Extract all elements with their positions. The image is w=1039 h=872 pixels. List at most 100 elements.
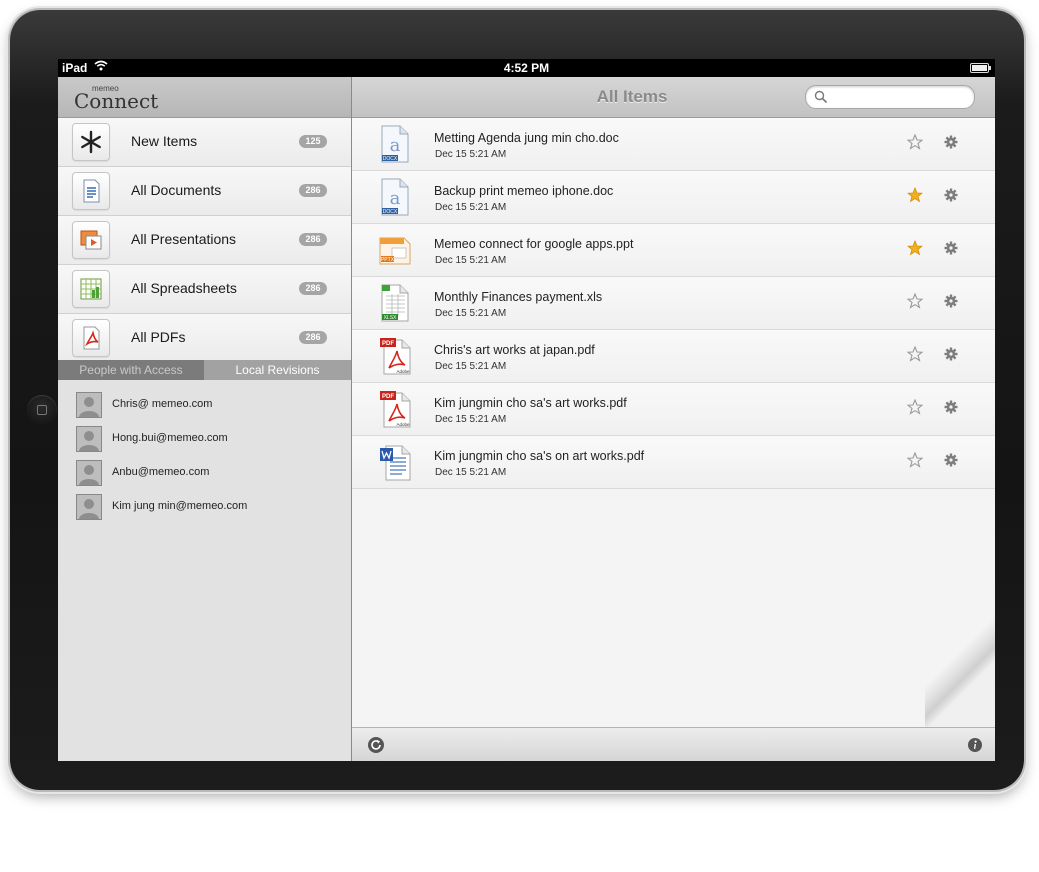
search-box[interactable] bbox=[805, 85, 975, 109]
table-row[interactable]: XLSX Monthly Finances payment.xls Dec 15… bbox=[352, 277, 995, 330]
file-name: Kim jungmin cho sa's art works.pdf bbox=[434, 396, 627, 410]
document-icon bbox=[72, 172, 110, 210]
file-type-tag: PDF bbox=[382, 341, 394, 347]
list-item[interactable]: Anbu@memeo.com bbox=[58, 455, 351, 489]
file-name: Memeo connect for google apps.ppt bbox=[434, 237, 634, 251]
info-icon[interactable] bbox=[967, 737, 983, 758]
gear-icon[interactable] bbox=[944, 400, 958, 419]
status-bar: iPad 4:52 PM bbox=[58, 59, 995, 77]
sidebar: memeo Connect New Items 125 All Document… bbox=[58, 77, 351, 761]
category-label: All Documents bbox=[131, 182, 222, 198]
gear-icon[interactable] bbox=[944, 135, 958, 154]
word-file-icon bbox=[378, 442, 412, 482]
main-panel: All Items a DOCX Metting Agenda jung min … bbox=[352, 77, 995, 761]
star-icon[interactable] bbox=[906, 186, 924, 208]
docx-file-icon: a DOCX bbox=[378, 124, 412, 164]
gear-icon[interactable] bbox=[944, 347, 958, 366]
sidebar-header: memeo Connect bbox=[58, 77, 351, 118]
table-row[interactable]: PDF Adobe Chris's art works at japan.pdf … bbox=[352, 330, 995, 383]
star-icon[interactable] bbox=[906, 345, 924, 367]
clock: 4:52 PM bbox=[503, 61, 550, 75]
battery-icon bbox=[970, 63, 991, 73]
file-name: Metting Agenda jung min cho.doc bbox=[434, 131, 619, 145]
app-logo: Connect bbox=[74, 89, 159, 113]
avatar bbox=[76, 460, 102, 486]
count-badge: 125 bbox=[299, 135, 327, 148]
file-date: Dec 15 5:21 AM bbox=[435, 255, 507, 266]
count-badge: 286 bbox=[299, 331, 327, 344]
list-item[interactable]: Chris@ memeo.com bbox=[58, 387, 351, 421]
pptx-file-icon: PPTX bbox=[378, 230, 412, 270]
refresh-icon[interactable] bbox=[367, 736, 385, 759]
file-name: Monthly Finances payment.xls bbox=[434, 290, 603, 304]
main-header: All Items bbox=[352, 77, 995, 118]
category-label: New Items bbox=[131, 133, 198, 149]
star-icon[interactable] bbox=[906, 239, 924, 261]
file-date: Dec 15 5:21 AM bbox=[435, 361, 507, 372]
pdf-file-icon: PDF Adobe bbox=[378, 336, 412, 376]
xlsx-file-icon: XLSX bbox=[378, 283, 412, 323]
table-row[interactable]: a DOCX Metting Agenda jung min cho.doc De… bbox=[352, 118, 995, 171]
file-type-tag: DOCX bbox=[383, 209, 398, 215]
category-all-documents[interactable]: All Documents 286 bbox=[58, 167, 351, 216]
tab-people-with-access[interactable]: People with Access bbox=[58, 360, 204, 380]
svg-text:a: a bbox=[390, 188, 401, 209]
avatar bbox=[76, 426, 102, 452]
category-new-items[interactable]: New Items 125 bbox=[58, 118, 351, 167]
svg-text:a: a bbox=[390, 135, 401, 156]
tab-local-revisions[interactable]: Local Revisions bbox=[204, 360, 351, 380]
file-type-tag: DOCX bbox=[383, 156, 398, 162]
bottom-toolbar bbox=[352, 727, 995, 761]
file-date: Dec 15 5:21 AM bbox=[435, 467, 507, 478]
category-label: All Spreadsheets bbox=[131, 280, 237, 296]
table-row[interactable]: PPTX Memeo connect for google apps.ppt D… bbox=[352, 224, 995, 277]
search-input[interactable] bbox=[832, 88, 968, 106]
file-type-tag: PDF bbox=[382, 394, 394, 400]
pdf-file-icon: PDF Adobe bbox=[378, 389, 412, 429]
table-row[interactable]: PDF Adobe Kim jungmin cho sa's art works.… bbox=[352, 383, 995, 436]
list-item[interactable]: Kim jung min@memeo.com bbox=[58, 489, 351, 523]
star-icon[interactable] bbox=[906, 451, 924, 473]
category-label: All PDFs bbox=[131, 329, 186, 345]
gear-icon[interactable] bbox=[944, 294, 958, 313]
file-date: Dec 15 5:21 AM bbox=[435, 149, 507, 160]
file-date: Dec 15 5:21 AM bbox=[435, 308, 507, 319]
home-button[interactable] bbox=[27, 395, 57, 425]
asterisk-icon bbox=[72, 123, 110, 161]
count-badge: 286 bbox=[299, 282, 327, 295]
page-curl-decoration bbox=[925, 547, 995, 727]
table-row[interactable]: a DOCX Backup print memeo iphone.doc Dec … bbox=[352, 171, 995, 224]
person-email: Chris@ memeo.com bbox=[112, 398, 213, 410]
ipad-device-frame: iPad 4:52 PM memeo Connect New Items 125 bbox=[10, 10, 1024, 790]
gear-icon[interactable] bbox=[944, 241, 958, 260]
file-date: Dec 15 5:21 AM bbox=[435, 414, 507, 425]
ipad-screen: iPad 4:52 PM memeo Connect New Items 125 bbox=[58, 59, 995, 761]
star-icon[interactable] bbox=[906, 133, 924, 155]
file-name: Backup print memeo iphone.doc bbox=[434, 184, 614, 198]
docx-file-icon: a DOCX bbox=[378, 177, 412, 217]
star-icon[interactable] bbox=[906, 398, 924, 420]
list-item[interactable]: Hong.bui@memeo.com bbox=[58, 421, 351, 455]
star-icon[interactable] bbox=[906, 292, 924, 314]
table-row[interactable]: Kim jungmin cho sa's on art works.pdf De… bbox=[352, 436, 995, 489]
avatar bbox=[76, 494, 102, 520]
sidebar-tabs: People with Access Local Revisions bbox=[58, 360, 351, 380]
pdf-icon bbox=[72, 319, 110, 357]
category-all-pdfs[interactable]: All PDFs 286 bbox=[58, 314, 351, 363]
category-label: All Presentations bbox=[131, 231, 237, 247]
count-badge: 286 bbox=[299, 184, 327, 197]
adobe-brand-tag: Adobe bbox=[396, 422, 410, 427]
file-type-tag: PPTX bbox=[381, 257, 395, 263]
category-list: New Items 125 All Documents 286 All Pres… bbox=[58, 118, 351, 363]
presentation-icon bbox=[72, 221, 110, 259]
adobe-brand-tag: Adobe bbox=[396, 369, 410, 374]
gear-icon[interactable] bbox=[944, 188, 958, 207]
file-name: Chris's art works at japan.pdf bbox=[434, 343, 595, 357]
file-list: a DOCX Metting Agenda jung min cho.doc De… bbox=[352, 118, 995, 489]
gear-icon[interactable] bbox=[944, 453, 958, 472]
spreadsheet-icon bbox=[72, 270, 110, 308]
category-all-spreadsheets[interactable]: All Spreadsheets 286 bbox=[58, 265, 351, 314]
people-list: Chris@ memeo.com Hong.bui@memeo.com Anbu… bbox=[58, 387, 351, 523]
category-all-presentations[interactable]: All Presentations 286 bbox=[58, 216, 351, 265]
person-email: Anbu@memeo.com bbox=[112, 466, 210, 478]
